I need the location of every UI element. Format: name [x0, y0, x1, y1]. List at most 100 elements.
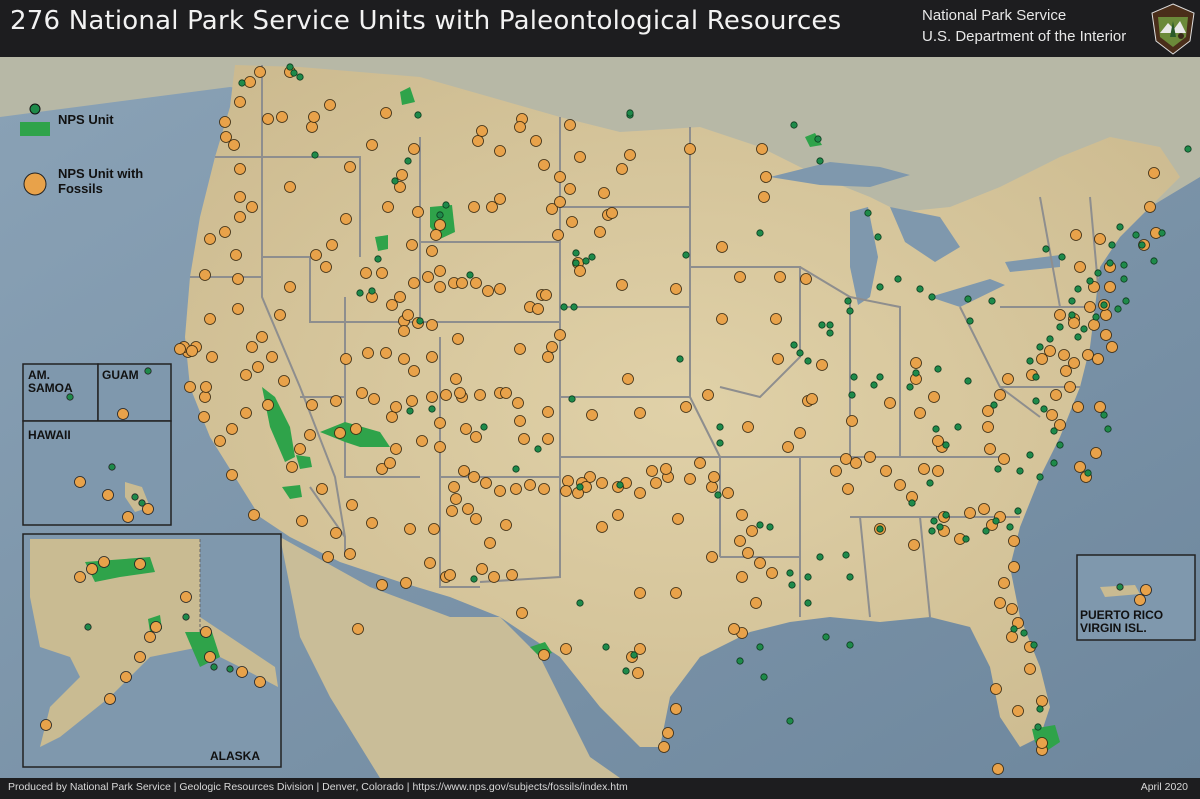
nps-unit-marker: [138, 499, 146, 507]
nps-unit-marker: [1086, 277, 1094, 285]
fossil-unit-marker: [978, 503, 990, 515]
nps-unit-marker: [182, 613, 190, 621]
fossil-unit-marker: [932, 435, 944, 447]
nps-unit-marker: [826, 321, 834, 329]
fossil-unit-marker: [458, 465, 470, 477]
fossil-unit-marker: [470, 513, 482, 525]
guam-label: GUAM: [102, 368, 139, 382]
fossil-unit-marker: [1104, 281, 1116, 293]
fossil-unit-marker: [186, 345, 198, 357]
nps-unit-marker: [906, 383, 914, 391]
fossil-unit-marker: [468, 471, 480, 483]
fossil-unit-marker: [494, 145, 506, 157]
fossil-unit-marker: [472, 135, 484, 147]
nps-unit-marker: [568, 395, 576, 403]
fossil-unit-marker: [204, 651, 216, 663]
nps-unit-marker: [870, 381, 878, 389]
fossil-unit-marker: [634, 487, 646, 499]
nps-unit-marker: [1074, 285, 1082, 293]
fossil-unit-marker: [736, 509, 748, 521]
fossil-unit-marker: [74, 476, 86, 488]
fossil-unit-marker: [422, 271, 434, 283]
fossil-unit-marker: [742, 547, 754, 559]
fossil-unit-marker: [1092, 353, 1104, 365]
fossil-unit-marker: [990, 683, 1002, 695]
fossil-unit-marker: [1036, 695, 1048, 707]
fossil-unit-marker: [598, 187, 610, 199]
fossil-unit-marker: [816, 359, 828, 371]
fossil-unit-marker: [538, 159, 550, 171]
nps-unit-marker: [1068, 297, 1076, 305]
fossil-unit-marker: [426, 391, 438, 403]
fossil-unit-marker: [376, 579, 388, 591]
fossil-unit-marker: [232, 303, 244, 315]
nps-unit-marker: [928, 293, 936, 301]
nps-unit-marker: [988, 297, 996, 305]
nps-unit-marker: [846, 641, 854, 649]
fossil-unit-marker: [246, 341, 258, 353]
nps-unit-marker: [714, 491, 722, 499]
nps-unit-marker: [816, 553, 824, 561]
fossil-unit-marker: [516, 607, 528, 619]
fossil-unit-marker: [408, 365, 420, 377]
fossil-unit-marker: [199, 391, 211, 403]
nps-unit-marker: [766, 523, 774, 531]
nps-unit-marker: [630, 651, 638, 659]
fossil-unit-marker: [424, 557, 436, 569]
fossil-unit-marker: [266, 351, 278, 363]
fossil-unit-marker: [1134, 594, 1146, 606]
nps-unit-marker: [84, 623, 92, 631]
nps-unit-marker: [756, 229, 764, 237]
fossil-unit-marker: [1100, 309, 1112, 321]
nps-unit-marker: [131, 493, 139, 501]
footer-date: April 2020: [1140, 781, 1188, 793]
nps-unit-marker: [1122, 297, 1130, 305]
fossil-unit-marker: [716, 313, 728, 325]
fossil-unit-marker: [994, 597, 1006, 609]
fossil-unit-marker: [1006, 603, 1018, 615]
fossil-unit-marker: [680, 401, 692, 413]
fossil-unit-marker: [766, 567, 778, 579]
nps-unit-marker: [966, 317, 974, 325]
nps-unit-marker: [912, 369, 920, 377]
fossil-unit-marker: [1094, 233, 1106, 245]
nps-unit-marker: [570, 303, 578, 311]
nps-unit-marker: [894, 275, 902, 283]
nps-unit-marker: [1032, 397, 1040, 405]
fossil-unit-marker: [632, 667, 644, 679]
fossil-unit-marker: [386, 411, 398, 423]
legend-fossil-dot: [23, 172, 47, 196]
nps-unit-marker: [804, 357, 812, 365]
fossil-unit-marker: [174, 343, 186, 355]
fossil-unit-marker: [330, 527, 342, 539]
fossil-unit-marker: [330, 395, 342, 407]
alaska-label: ALASKA: [210, 749, 260, 763]
nps-unit-marker: [796, 349, 804, 357]
nps-unit-marker: [1040, 405, 1048, 413]
fossil-unit-marker: [446, 505, 458, 517]
fossil-unit-marker: [1088, 319, 1100, 331]
fossil-unit-marker: [102, 489, 114, 501]
fossil-unit-marker: [98, 556, 110, 568]
fossil-unit-marker: [74, 571, 86, 583]
nps-unit-marker: [391, 177, 399, 185]
fossil-unit-marker: [542, 351, 554, 363]
nps-unit-marker: [416, 317, 424, 325]
fossil-unit-marker: [1012, 705, 1024, 717]
fossil-unit-marker: [574, 151, 586, 163]
fossil-unit-marker: [1054, 309, 1066, 321]
nps-unit-marker: [480, 423, 488, 431]
nps-unit-marker: [990, 401, 998, 409]
fossil-unit-marker: [456, 277, 468, 289]
nps-unit-marker: [760, 673, 768, 681]
fossil-unit-marker: [234, 96, 246, 108]
fossil-unit-marker: [542, 433, 554, 445]
fossil-unit-marker: [1024, 663, 1036, 675]
fossil-unit-marker: [910, 357, 922, 369]
legend-unit-label: NPS Unit: [58, 112, 114, 127]
nps-unit-marker: [622, 667, 630, 675]
nps-unit-marker: [874, 233, 882, 241]
fossil-unit-marker: [310, 249, 322, 261]
fossil-unit-marker: [240, 407, 252, 419]
nps-unit-marker: [1116, 223, 1124, 231]
